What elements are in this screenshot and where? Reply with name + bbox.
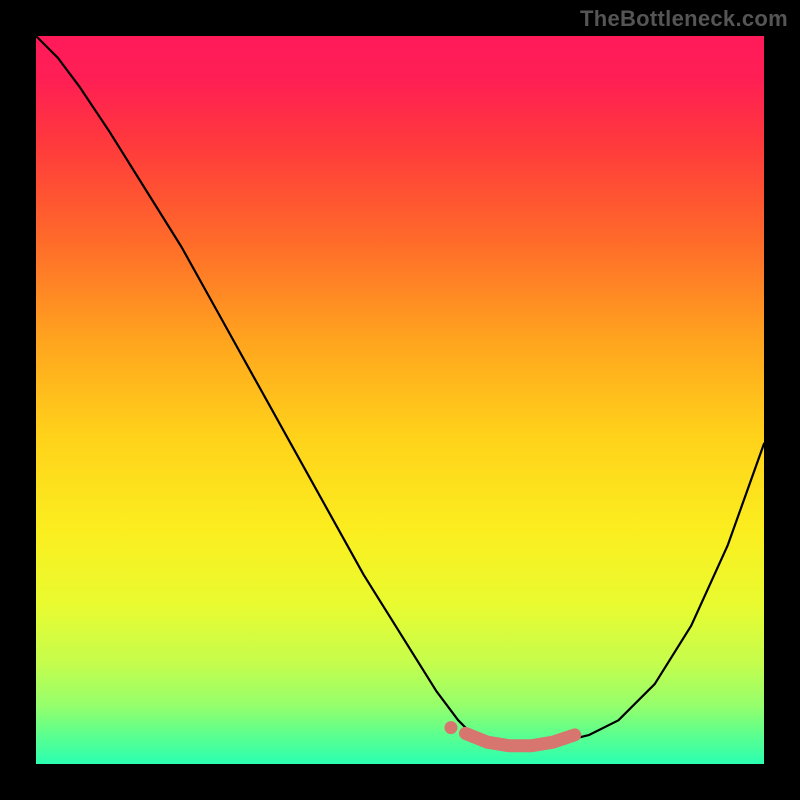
chart-container: TheBottleneck.com: [0, 0, 800, 800]
plot-area: [36, 36, 764, 764]
watermark-text: TheBottleneck.com: [580, 6, 788, 32]
bottleneck-curve: [36, 36, 764, 764]
